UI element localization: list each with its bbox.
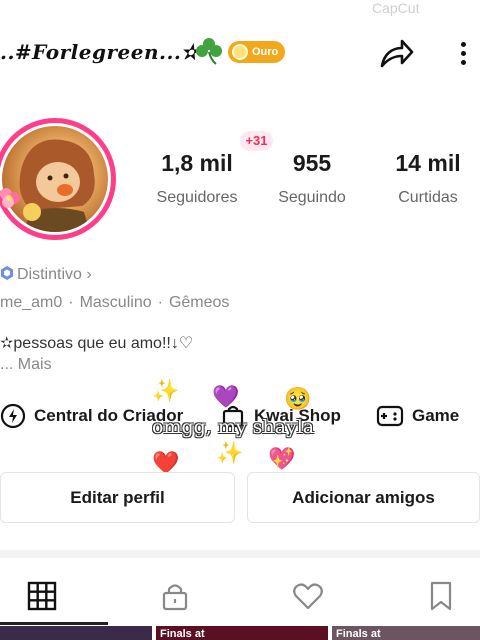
likes-count: 14 mil xyxy=(395,150,461,176)
capcut-watermark: CapCut xyxy=(372,0,420,16)
distintivo-link[interactable]: Distintivo › xyxy=(0,266,92,284)
heart-icon[interactable] xyxy=(290,578,326,614)
gamepad-icon xyxy=(376,405,404,427)
face-emoji: 🥹 xyxy=(284,386,312,411)
likes-stat[interactable]: 14 mil Curtidas xyxy=(388,150,468,207)
profile-handle: me_am0 xyxy=(0,294,63,311)
heart-red-emoji: ❤️ xyxy=(152,450,180,475)
thumbnail-label: Finals at xyxy=(160,628,205,640)
new-followers-badge: +31 xyxy=(240,131,273,151)
more-options-icon[interactable] xyxy=(452,38,474,74)
badge-hex-icon xyxy=(1,266,13,280)
video-thumbnail[interactable]: Finals at xyxy=(156,626,328,640)
clover-icon xyxy=(196,38,222,65)
profile-header: ..#Forlegreen...✫ Ouro xyxy=(0,22,480,84)
profile-sign: Gêmeos xyxy=(168,294,230,311)
gold-badge-label: Ouro xyxy=(252,46,279,58)
video-grid: Finals at Finals at xyxy=(0,626,480,640)
add-friends-button[interactable]: Adicionar amigos xyxy=(247,472,480,523)
following-count: 955 xyxy=(292,150,332,176)
video-thumbnail[interactable]: Finals at xyxy=(332,626,480,640)
followers-stat[interactable]: 1,8 mil Seguidores xyxy=(148,150,246,207)
bio-more-link[interactable]: ... Mais xyxy=(0,356,52,374)
distintivo-label: Distintivo xyxy=(17,266,82,283)
video-thumbnail[interactable] xyxy=(0,626,152,640)
thumbnail-label: Finals at xyxy=(336,628,381,640)
game-button[interactable]: Game xyxy=(376,400,459,432)
profile-tabs xyxy=(0,566,480,626)
profile-gender: Masculino xyxy=(79,294,152,311)
video-caption-overlay: omgg, my shayla xyxy=(152,416,315,438)
followers-label: Seguidores xyxy=(156,189,238,206)
section-divider xyxy=(0,550,480,558)
profile-meta: me_am0 · Masculino · Gêmeos xyxy=(0,294,230,311)
heart-pink-emoji: 💖 xyxy=(268,446,296,471)
heart-purple-emoji: 💜 xyxy=(212,384,240,409)
sparkle-emoji-2: ✨ xyxy=(216,440,244,465)
profile-username: ..#Forlegreen...✫ xyxy=(0,40,199,64)
flower-icon xyxy=(0,188,20,208)
sparkle-emoji: ✨ xyxy=(152,378,180,403)
followers-count: 1,8 mil xyxy=(161,150,233,176)
share-icon[interactable] xyxy=(376,34,416,74)
lightning-icon xyxy=(0,403,26,429)
chevron-right-icon: › xyxy=(86,266,92,283)
active-tab-indicator xyxy=(0,622,108,625)
following-stat[interactable]: 955 Seguindo xyxy=(270,150,354,207)
edit-profile-button[interactable]: Editar perfil xyxy=(0,472,235,523)
likes-label: Curtidas xyxy=(398,189,458,206)
coin-icon xyxy=(232,44,248,60)
bookmark-icon[interactable] xyxy=(423,578,459,614)
following-label: Seguindo xyxy=(278,189,346,206)
lock-icon[interactable] xyxy=(157,578,193,614)
game-label: Game xyxy=(412,406,460,425)
avatar-image xyxy=(2,126,108,232)
gold-level-badge[interactable]: Ouro xyxy=(228,41,286,63)
avatar-character-icon xyxy=(19,139,95,232)
profile-bio: ✫pessoas que eu amo!!↓♡ xyxy=(0,335,194,352)
avatar[interactable] xyxy=(0,118,116,240)
grid-icon[interactable] xyxy=(24,578,60,614)
